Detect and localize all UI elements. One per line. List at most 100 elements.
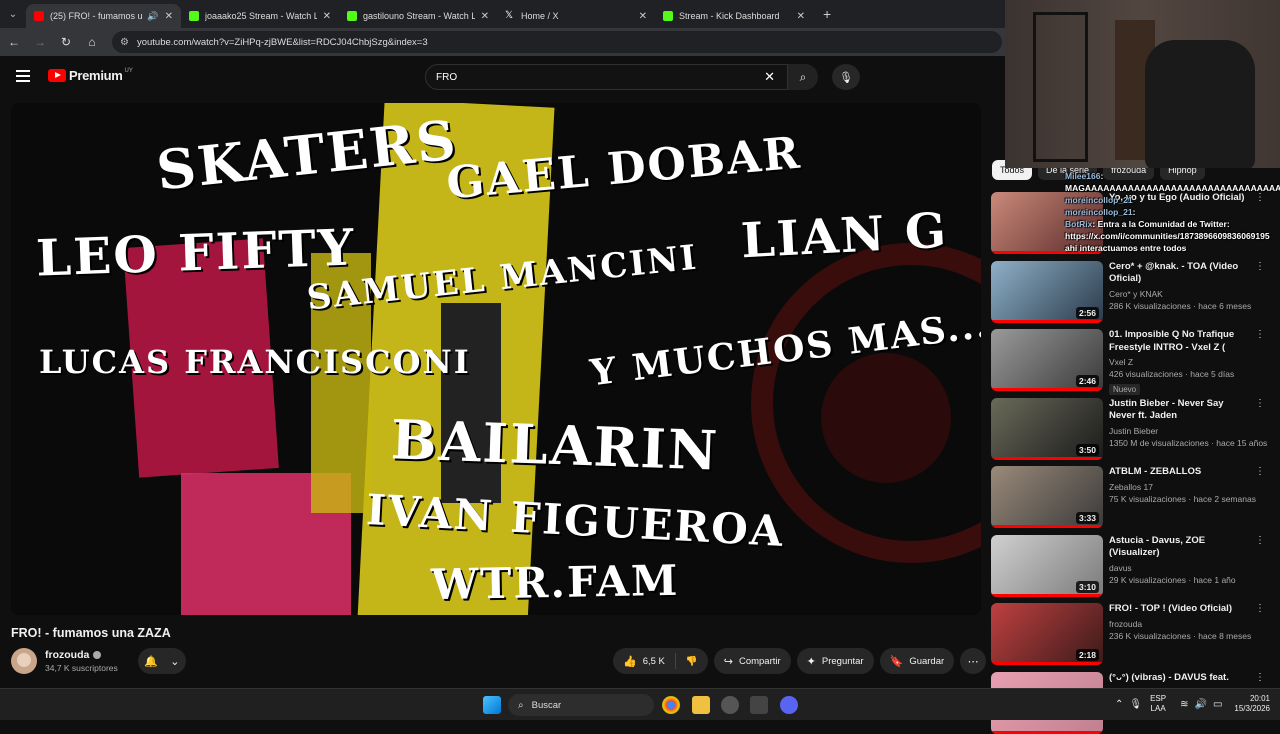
clock-date: 15/3/2026 bbox=[1234, 704, 1270, 713]
video-thumbnail[interactable]: 3:10 bbox=[991, 534, 1103, 597]
clear-search-icon[interactable]: ✕ bbox=[764, 69, 775, 85]
recommendation-title[interactable]: Astucia - Davus, ZOE (Visualizer) bbox=[1109, 535, 1249, 560]
channel-name[interactable]: frozouda bbox=[45, 649, 89, 661]
recommendation-channel[interactable]: Vxel Z bbox=[1109, 357, 1249, 367]
recommendation-info: Cero* + @knak. - TOA (Video Oficial) Cero… bbox=[1109, 261, 1251, 323]
tab-x-home[interactable]: 𝕏 Home / X ✕ bbox=[497, 4, 655, 28]
video-overlay-text: LUCAS FRANCISCONI bbox=[39, 343, 471, 381]
recommendation-title[interactable]: FRO! - TOP ! (Video Oficial) bbox=[1109, 603, 1249, 616]
chat-message: moreincollop_21 bbox=[1065, 194, 1280, 206]
video-overlay-text: LIAN G bbox=[739, 202, 950, 270]
site-info-icon[interactable]: ⚙ bbox=[120, 37, 129, 48]
volume-icon[interactable]: 🔊 bbox=[1195, 699, 1207, 710]
video-thumbnail[interactable]: 2:46 bbox=[991, 329, 1103, 391]
recommendation-channel[interactable]: Cero* y KNAK bbox=[1109, 289, 1249, 299]
recommendation-channel[interactable]: Justin Bieber bbox=[1109, 426, 1249, 436]
recommendation-item[interactable]: 3:33 ATBLM - ZEBALLOS Zeballos 17 75 K visu… bbox=[991, 466, 1271, 528]
youtube-play-icon bbox=[48, 69, 66, 82]
channel-name-row[interactable]: frozouda bbox=[45, 649, 118, 661]
close-tab-icon[interactable]: ✕ bbox=[797, 11, 805, 22]
video-overlay-text: WTR.FAM bbox=[430, 555, 680, 610]
wifi-icon[interactable]: ≋ bbox=[1180, 699, 1188, 710]
chevron-up-icon[interactable]: ⌃ bbox=[1115, 699, 1123, 710]
tab-kick-joaaako[interactable]: joaaako25 Stream - Watch Live ✕ bbox=[181, 4, 339, 28]
forward-icon[interactable]: → bbox=[28, 35, 52, 49]
recommendation-channel[interactable]: frozouda bbox=[1109, 619, 1249, 629]
tab-kick-gastilouno[interactable]: gastilouno Stream - Watch Live ✕ bbox=[339, 4, 497, 28]
back-icon[interactable]: ← bbox=[2, 35, 26, 49]
duration-badge: 2:46 bbox=[1075, 375, 1099, 387]
home-icon[interactable]: ⌂ bbox=[80, 35, 104, 49]
tab-search-icon[interactable]: ⌄ bbox=[0, 0, 26, 28]
youtube-header: Premium UY FRO ✕ ⌕ 🎙 bbox=[0, 56, 1005, 100]
taskbar-search[interactable]: ⌕ Buscar bbox=[508, 694, 654, 716]
ask-button[interactable]: ✦ Preguntar bbox=[796, 648, 874, 674]
more-options-icon[interactable]: ⋮ bbox=[1255, 261, 1265, 323]
microphone-icon[interactable]: 🎙 bbox=[832, 64, 860, 90]
webcam-gaming-chair bbox=[1145, 40, 1255, 168]
recommendation-item[interactable]: 2:56 Cero* + @knak. - TOA (Video Oficial)… bbox=[991, 260, 1271, 323]
recommendation-item[interactable]: 3:10 Astucia - Davus, ZOE (Visualizer) dav… bbox=[991, 534, 1271, 597]
recommendation-title[interactable]: Justin Bieber - Never Say Never ft. Jade… bbox=[1109, 398, 1249, 423]
subscribe-bell-button[interactable]: 🔔 ⌄ bbox=[137, 648, 186, 674]
search-input[interactable]: FRO ✕ bbox=[425, 64, 788, 90]
speaker-icon[interactable]: 🔊 bbox=[147, 11, 158, 22]
more-options-icon[interactable]: ⋮ bbox=[1255, 466, 1265, 528]
more-options-icon[interactable]: ⋮ bbox=[1255, 535, 1265, 597]
lang-top: ESP bbox=[1150, 694, 1167, 703]
like-button[interactable]: 👍 6,5 K bbox=[613, 653, 676, 669]
address-bar[interactable]: ⚙ youtube.com/watch?v=ZiHPq-zjBWE&list=R… bbox=[112, 31, 1002, 53]
battery-icon[interactable]: ▭ bbox=[1213, 699, 1222, 710]
like-dislike-button: 👍 6,5 K 👎 bbox=[613, 648, 708, 674]
video-thumbnail[interactable]: 2:56 bbox=[991, 260, 1103, 323]
tab-kick-dashboard[interactable]: Stream - Kick Dashboard ✕ bbox=[655, 4, 813, 28]
tab-youtube[interactable]: (25) FRO! - fumamos una ZAZA 🔊 ✕ bbox=[26, 4, 181, 28]
microphone-icon[interactable]: 🎙 bbox=[1129, 699, 1142, 710]
file-explorer-icon[interactable] bbox=[692, 696, 710, 714]
windows-start-icon[interactable] bbox=[483, 696, 501, 714]
youtube-logo[interactable]: Premium UY bbox=[48, 68, 133, 83]
chrome-icon[interactable] bbox=[662, 696, 680, 714]
recorder-icon[interactable] bbox=[750, 696, 768, 714]
save-button[interactable]: 🔖 Guardar bbox=[879, 648, 955, 674]
menu-icon[interactable] bbox=[16, 70, 30, 82]
more-actions-icon[interactable]: ⋯ bbox=[960, 648, 987, 674]
thumbs-down-icon: 👎 bbox=[685, 655, 698, 667]
recommendation-item[interactable]: 3:50 Justin Bieber - Never Say Never ft. … bbox=[991, 397, 1271, 460]
more-options-icon[interactable]: ⋮ bbox=[1255, 603, 1265, 665]
close-tab-icon[interactable]: ✕ bbox=[481, 11, 489, 22]
recommendation-channel[interactable]: Zeballos 17 bbox=[1109, 482, 1249, 492]
recommendation-title[interactable]: (°ᴗ°) (vibras) - DAVUS feat. bbox=[1109, 672, 1249, 685]
language-indicator[interactable]: ESP LAA bbox=[1150, 694, 1166, 714]
more-options-icon[interactable]: ⋮ bbox=[1255, 398, 1265, 460]
share-label: Compartir bbox=[738, 655, 781, 667]
video-thumbnail[interactable]: 2:18 bbox=[991, 603, 1103, 665]
recommendation-item[interactable]: 2:46 01. Imposible Q No Trafique Freestyl… bbox=[991, 329, 1271, 395]
more-options-icon[interactable]: ⋮ bbox=[1255, 329, 1265, 391]
like-count: 6,5 K bbox=[642, 655, 665, 667]
recommendation-title[interactable]: 01. Imposible Q No Trafique Freestyle IN… bbox=[1109, 329, 1249, 354]
recommendation-title[interactable]: Cero* + @knak. - TOA (Video Oficial) bbox=[1109, 261, 1249, 286]
recommendation-channel[interactable]: davus bbox=[1109, 563, 1249, 573]
search-icon[interactable]: ⌕ bbox=[788, 64, 818, 90]
ask-label: Preguntar bbox=[821, 655, 864, 667]
discord-icon[interactable] bbox=[780, 696, 798, 714]
clock[interactable]: 20:01 15/3/2026 bbox=[1234, 694, 1270, 714]
close-tab-icon[interactable]: ✕ bbox=[639, 11, 647, 22]
recommendation-item[interactable]: 2:18 FRO! - TOP ! (Video Oficial) frozouda… bbox=[991, 603, 1271, 665]
tab-title: joaaako25 Stream - Watch Live bbox=[205, 11, 317, 21]
video-thumbnail[interactable]: 3:33 bbox=[991, 466, 1103, 528]
clock-time: 20:01 bbox=[1249, 694, 1270, 703]
dislike-button[interactable]: 👎 bbox=[676, 656, 708, 667]
new-tab-icon[interactable]: + bbox=[823, 6, 831, 22]
video-overlay-text: LEO FIFTY bbox=[35, 217, 357, 288]
channel-avatar[interactable] bbox=[11, 648, 37, 674]
video-thumbnail[interactable]: 3:50 bbox=[991, 397, 1103, 460]
recommendation-title[interactable]: ATBLM - ZEBALLOS bbox=[1109, 466, 1249, 479]
obs-icon[interactable] bbox=[721, 696, 739, 714]
share-button[interactable]: ↪ Compartir bbox=[713, 648, 791, 674]
close-tab-icon[interactable]: ✕ bbox=[323, 11, 331, 22]
close-tab-icon[interactable]: ✕ bbox=[165, 11, 173, 22]
video-player[interactable]: SKATERS GAEL DOBAR LEO FIFTY LIAN G SAMU… bbox=[11, 103, 981, 615]
reload-icon[interactable]: ↻ bbox=[54, 35, 78, 49]
